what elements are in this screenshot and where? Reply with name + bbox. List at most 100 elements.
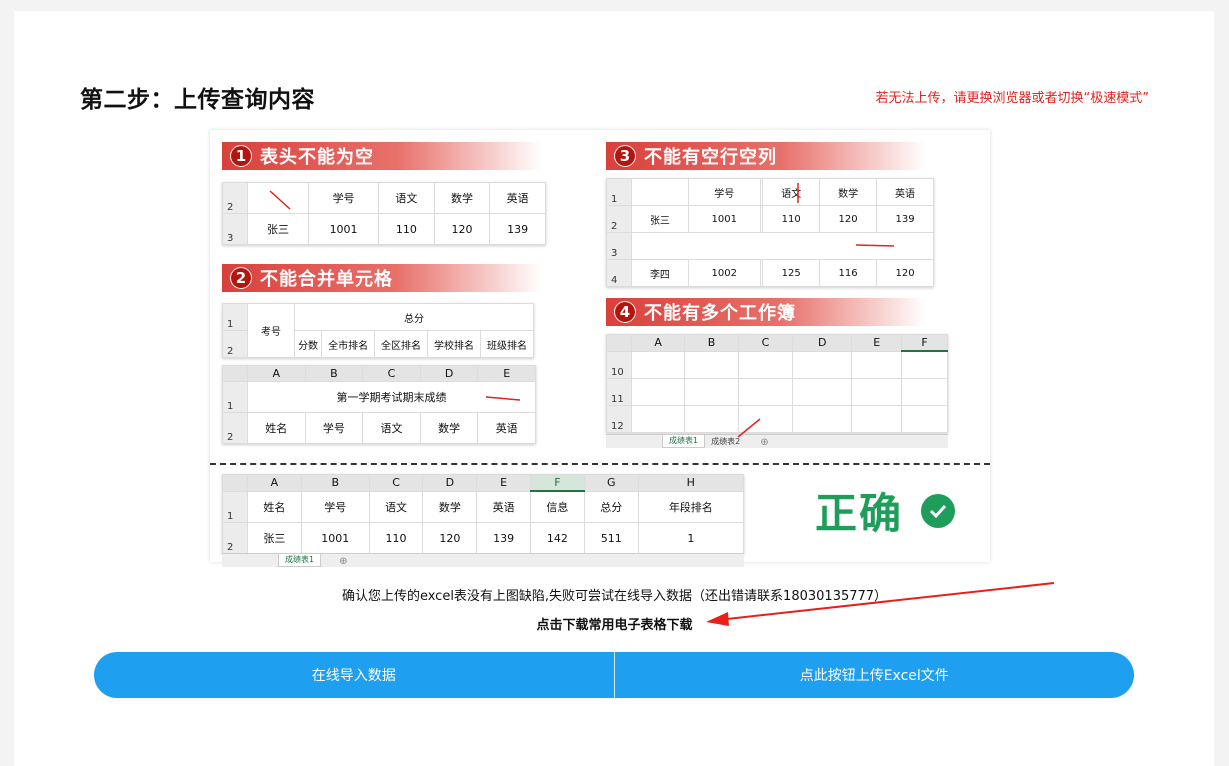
cell: 120 [819, 205, 878, 233]
rule3-title: 不能有空行空列 [644, 147, 777, 168]
row-header: 2 [222, 330, 248, 358]
cell: 110 [368, 522, 424, 554]
cell: 511 [583, 522, 639, 554]
rule2-banner: 2 不能合并单元格 [222, 264, 542, 292]
empty-header-cell [631, 178, 689, 206]
header-cell: 英语 [477, 412, 536, 444]
row-header: 2 [222, 412, 248, 444]
column-header: G [583, 474, 639, 492]
header-cell: 学号 [300, 490, 370, 523]
red-arrow-icon [737, 418, 761, 438]
online-import-button[interactable]: 在线导入数据 [94, 652, 614, 698]
empty-header-cell [247, 182, 309, 214]
column-header: A [247, 365, 306, 382]
header-cell: 姓名 [247, 490, 302, 523]
merged-title-cell: 第一学期考试期末成绩 [247, 381, 536, 413]
column-header: E [477, 365, 536, 382]
header-cell: 英语 [489, 182, 546, 214]
red-arrow-icon [485, 396, 521, 401]
header-cell: 语文 [378, 182, 435, 214]
column-header: C [362, 365, 421, 382]
header-cell: 分数 [293, 330, 323, 358]
header-cell: 年段排名 [637, 490, 745, 523]
header-cell: 数学 [433, 182, 491, 214]
row-header: 1 [606, 178, 632, 206]
cell: 139 [476, 522, 532, 554]
header-cell: 数学 [422, 490, 478, 523]
header-cell: 语文 [762, 178, 821, 206]
add-sheet-icon[interactable]: ⊕ [339, 556, 347, 567]
upload-guide-figure: 1 表头不能为空 2 学号 语文 数学 英语 3 张三 1001 110 120… [210, 130, 990, 567]
upload-excel-button[interactable]: 点此按钮上传Excel文件 [615, 652, 1135, 698]
row-header: 1 [222, 303, 248, 331]
rule4-title: 不能有多个工作簿 [644, 303, 796, 324]
rule3-banner: 3 不能有空行空列 [606, 142, 926, 170]
rule4-sheet-tabs: 成绩表1 成绩表2 ⊕ [606, 418, 948, 448]
cell: 1001 [687, 205, 761, 233]
rule4-number: 4 [614, 301, 636, 323]
rule2-number: 2 [230, 267, 252, 289]
header-cell: 学号 [687, 178, 761, 206]
column-header: A [630, 334, 686, 352]
rule1-banner: 1 表头不能为空 [222, 142, 542, 170]
column-header: E [851, 334, 903, 352]
cell: 116 [819, 259, 878, 287]
row-header: 12 [606, 405, 632, 433]
check-icon [921, 493, 956, 528]
cell: 1001 [307, 213, 380, 245]
header-cell: 信息 [530, 490, 585, 523]
row-header: 2 [222, 182, 248, 214]
cell: 125 [762, 259, 821, 287]
column-header: F [530, 474, 585, 492]
correct-text: 正确 [815, 489, 904, 538]
cell: 张三 [247, 213, 309, 245]
header-cell: 全区排名 [374, 330, 429, 358]
rule1-number: 1 [230, 145, 252, 167]
cell: 110 [378, 213, 435, 245]
cell: 张三 [631, 205, 689, 233]
cell: 139 [876, 205, 934, 233]
correct-example-sheet: A B C D E F G H 1 姓名 学号 语文 数学 英语 信息 总分 年… [222, 474, 745, 554]
rule2-title: 不能合并单元格 [260, 269, 393, 290]
cell: 1002 [687, 259, 761, 287]
row-header: 2 [222, 522, 248, 554]
header-cell: 学号 [304, 412, 364, 444]
header-cell: 姓名 [247, 412, 306, 444]
header-cell: 英语 [476, 490, 532, 523]
cell: 李四 [631, 259, 689, 287]
correct-label: 正确 [815, 480, 956, 541]
corner-cell [222, 365, 248, 382]
column-header: D [422, 474, 478, 492]
download-template-link[interactable]: 点击下载常用电子表格下载 [0, 614, 1229, 633]
column-header: A [247, 474, 302, 492]
red-arrow-icon [855, 244, 895, 247]
rule4-sheet: A B C D E F 10 11 12 [606, 334, 948, 433]
empty-column-cell [759, 178, 799, 206]
merged-title-text: 第一学期考试期末成绩 [336, 391, 447, 404]
rule1-title: 表头不能为空 [260, 147, 374, 168]
header-cell: 数学 [419, 412, 479, 444]
rule1-sheet: 2 学号 语文 数学 英语 3 张三 1001 110 120 139 [222, 182, 546, 245]
sheet-tab[interactable]: 成绩表1 [662, 435, 706, 448]
action-button-bar: 在线导入数据 点此按钮上传Excel文件 [94, 652, 1134, 698]
header-cell: 总分 [583, 490, 639, 523]
header-cell: 数学 [819, 178, 878, 206]
cell: 120 [876, 259, 934, 287]
column-header: F [901, 334, 948, 352]
row-header: 3 [222, 213, 248, 245]
correct-sheet-tabs: 成绩表1 ⊕ [222, 553, 744, 567]
column-header: H [637, 474, 745, 492]
header-cell: 语文 [362, 412, 421, 444]
row-header: 2 [606, 205, 632, 233]
header-cell: 全市排名 [321, 330, 376, 358]
header-cell: 语文 [368, 490, 424, 523]
red-arrow-icon [796, 183, 799, 203]
row-header: 11 [606, 378, 632, 406]
sheet-tab[interactable]: 成绩表1 [278, 554, 322, 567]
merged-cell: 总分 [294, 303, 534, 331]
column-header: C [368, 474, 424, 492]
merged-cell: 考号 [247, 303, 295, 358]
column-header: C [737, 334, 794, 352]
rule3-number: 3 [614, 145, 636, 167]
cell: 1 [637, 522, 745, 554]
